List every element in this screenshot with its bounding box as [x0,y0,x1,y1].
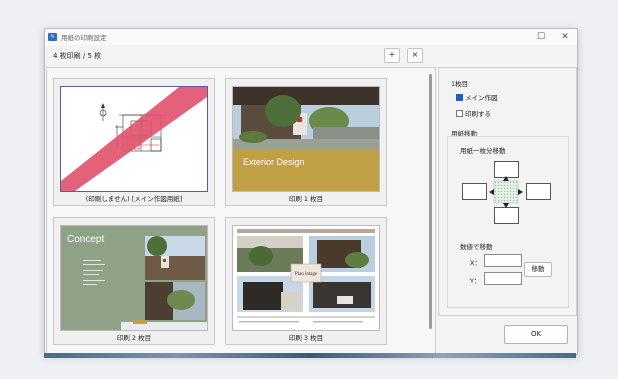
sheet-thumbnail [60,86,208,192]
concept-layout: Concept [61,226,207,330]
preview-scrollbar[interactable] [429,74,432,329]
sheet-thumbnail: Exterior Design [232,86,380,192]
sheet-label: 1枚目 [451,80,469,88]
sheet-card-1[interactable]: Exterior Design 印刷 1 枚目 [225,78,387,206]
exterior-photo: Exterior Design [233,87,379,191]
north-arrow-icon [99,103,107,121]
direction-pad-icon [489,176,523,208]
plan-collage: Plan image [233,226,379,330]
background-strip [44,353,576,358]
concept-title: Concept [67,234,104,245]
move-button[interactable]: 移動 [524,262,552,277]
maximize-icon[interactable]: ☐ [531,30,551,44]
sheet-caption: 印刷 3 枚目 [288,334,324,342]
toolbar: 4 枚印刷 / 5 枚 + × [45,46,435,65]
close-icon[interactable]: ✕ [555,30,575,44]
banner-title: Exterior Design [243,157,305,167]
title-bar: ✎ 用紙の印刷設定 ☐ ✕ [45,29,577,45]
main-drawing-label: メイン作図 [465,94,498,102]
sheet-card-2[interactable]: Concept 印刷 2 枚目 [53,217,215,345]
y-label: Y： [470,277,481,285]
one-sheet-move-label: 用紙一枚分移動 [460,147,506,155]
print-label: 印刷する [465,110,491,118]
move-down-button[interactable] [494,207,519,224]
print-settings-dialog: ✎ 用紙の印刷設定 ☐ ✕ 4 枚印刷 / 5 枚 + × (印刷しません) [… [44,28,578,355]
sheet-caption: 印刷 2 枚目 [116,334,152,342]
sheet-card-main[interactable]: (印刷しません) [メイン作図用紙] [53,78,215,206]
move-right-button[interactable] [526,183,551,200]
print-checkbox[interactable] [456,110,463,117]
sheet-preview-pane: (印刷しません) [メイン作図用紙] Exterior Design 印刷 1 … [46,67,436,354]
app-icon: ✎ [48,33,57,41]
plan-label: Plan image [295,272,318,277]
page-count-label: 4 枚印刷 / 5 枚 [53,52,102,60]
x-input[interactable] [484,254,522,267]
main-drawing-checkbox[interactable] [456,94,463,101]
move-group: 用紙一枚分移動 数値で移動 X： Y： 移動 [447,136,569,308]
floor-plan-drawing [61,87,207,191]
sheet-thumbnail: Plan image [232,225,380,331]
sheet-caption: (印刷しません) [メイン作図用紙] [85,195,183,203]
remove-sheet-button[interactable]: × [407,48,423,63]
window-title: 用紙の印刷設定 [61,34,107,42]
move-left-button[interactable] [462,183,487,200]
y-input[interactable] [484,272,522,285]
sheet-caption: 印刷 1 枚目 [288,195,324,203]
numeric-move-label: 数値で移動 [460,243,493,251]
sheet-settings-panel: 1枚目 メイン作図 印刷する 用紙移動 用紙一枚分移動 数値で移動 X： Y： … [438,67,577,316]
x-label: X： [470,259,481,267]
sheet-card-3[interactable]: Plan image 印刷 3 枚目 [225,217,387,345]
sheet-thumbnail: Concept [60,225,208,331]
ok-button[interactable]: OK [504,325,568,344]
add-sheet-button[interactable]: + [384,48,400,63]
